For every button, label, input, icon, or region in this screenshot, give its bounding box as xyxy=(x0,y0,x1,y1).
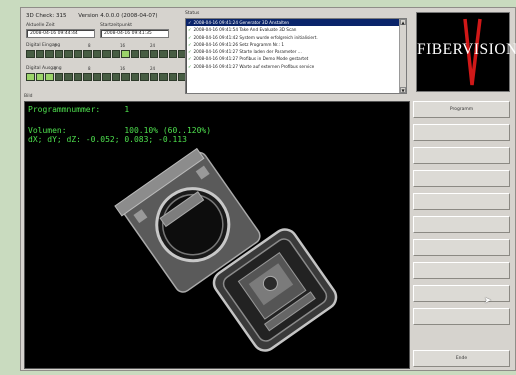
ausgang-ticks: 0 8 16 24 xyxy=(54,66,156,71)
led xyxy=(73,73,82,81)
digital-eingang-leds xyxy=(26,50,196,58)
eingang-ticks: 0 8 16 24 xyxy=(54,43,156,48)
led xyxy=(102,50,111,58)
aktuelle-zeit-field: 2008-04-16 09:44:44 xyxy=(26,29,95,38)
led xyxy=(159,50,168,58)
led xyxy=(111,73,120,81)
title-bar: 3D Check: 315 Version 4.0.0.0 (2008-04-0… xyxy=(26,13,167,19)
button-column: Programm Ende xyxy=(413,101,510,367)
led xyxy=(168,50,177,58)
led xyxy=(45,50,54,58)
led xyxy=(92,73,101,81)
led xyxy=(26,50,35,58)
empty-button-3[interactable] xyxy=(413,170,510,187)
status-row[interactable]: ✓ 2008-04-16 09:41:24 Generator 3D Anstal… xyxy=(186,19,406,27)
app-window: 3D Check: 315 Version 4.0.0.0 (2008-04-0… xyxy=(20,7,516,371)
mouse-cursor-icon: ➤ xyxy=(484,296,492,306)
status-row[interactable]: ✓ 2008-04-16 09:41:54 Take And Evaluate 3… xyxy=(186,26,406,33)
led xyxy=(149,73,158,81)
startzeit-label: Startzeitpunkt xyxy=(100,23,133,28)
empty-button-5[interactable] xyxy=(413,216,510,233)
check-icon: ✓ xyxy=(188,20,192,25)
logo-text: FIBERVISION xyxy=(417,41,516,58)
digital-ausgang-leds xyxy=(26,73,196,81)
led xyxy=(83,50,92,58)
check-icon: ✓ xyxy=(188,49,192,55)
aktuelle-zeit-label: Aktuelle Zeit xyxy=(26,23,55,28)
led-on xyxy=(35,73,44,81)
status-row[interactable]: ✓ 2008-04-16 09:41:26 Setz Programm Nr.: … xyxy=(186,41,406,48)
led xyxy=(92,50,101,58)
led xyxy=(83,73,92,81)
check-icon: ✓ xyxy=(188,34,192,40)
empty-button-1[interactable] xyxy=(413,124,510,141)
check-icon: ✓ xyxy=(188,63,192,69)
led xyxy=(121,73,130,81)
empty-button-9[interactable] xyxy=(413,308,510,325)
led-on xyxy=(26,73,35,81)
check-icon: ✓ xyxy=(188,41,192,47)
fibervision-logo: FIBERVISION xyxy=(416,12,516,92)
led xyxy=(73,50,82,58)
check-icon: ✓ xyxy=(188,56,192,62)
empty-button-2[interactable] xyxy=(413,147,510,164)
scan-view[interactable]: Programmnummer: 1 Volumen: 100.10% (60..… xyxy=(24,101,410,369)
startzeit-field: 2008-04-16 09:41:35 xyxy=(100,29,169,38)
ende-button[interactable]: Ende xyxy=(413,350,510,367)
led xyxy=(130,50,139,58)
app-version: Version 4.0.0.0 (2008-04-07) xyxy=(78,13,158,19)
led xyxy=(35,50,44,58)
led xyxy=(54,50,63,58)
info-panel: 3D Check: 315 Version 4.0.0.0 (2008-04-0… xyxy=(24,10,196,92)
led xyxy=(111,50,120,58)
empty-button-4[interactable] xyxy=(413,193,510,210)
app-title: 3D Check: 315 xyxy=(26,13,67,19)
scan-3d-render xyxy=(114,147,338,352)
status-scrollbar[interactable]: ▲ ▼ xyxy=(399,19,406,93)
status-row[interactable]: ✓ 2008-04-16 09:41:27 Profibus in Demo Mo… xyxy=(186,55,406,62)
led xyxy=(159,73,168,81)
led xyxy=(140,50,149,58)
led xyxy=(140,73,149,81)
led xyxy=(130,73,139,81)
led xyxy=(64,73,73,81)
led xyxy=(64,50,73,58)
empty-button-6[interactable] xyxy=(413,239,510,256)
led xyxy=(168,73,177,81)
check-icon: ✓ xyxy=(188,27,192,33)
scroll-up-icon[interactable]: ▲ xyxy=(400,19,406,25)
led-on xyxy=(121,50,130,58)
led xyxy=(149,50,158,58)
empty-button-8[interactable] xyxy=(413,285,510,302)
status-label: Status xyxy=(185,11,200,16)
programm-button[interactable]: Programm xyxy=(413,101,510,118)
status-list[interactable]: ✓ 2008-04-16 09:41:24 Generator 3D Anstal… xyxy=(185,18,407,94)
led xyxy=(102,73,111,81)
led-on xyxy=(45,73,54,81)
scroll-down-icon[interactable]: ▼ xyxy=(400,87,406,93)
status-row[interactable]: ✓ 2008-04-16 09:41:42 System wurde erfolg… xyxy=(186,34,406,41)
empty-button-7[interactable] xyxy=(413,262,510,279)
status-row[interactable]: ✓ 2008-04-16 09:41:27 Warte auf externen … xyxy=(186,63,406,70)
status-row[interactable]: ✓ 2008-04-16 09:41:27 Starte laden der Pa… xyxy=(186,48,406,55)
bild-label: Bild xyxy=(24,94,33,99)
led xyxy=(54,73,63,81)
